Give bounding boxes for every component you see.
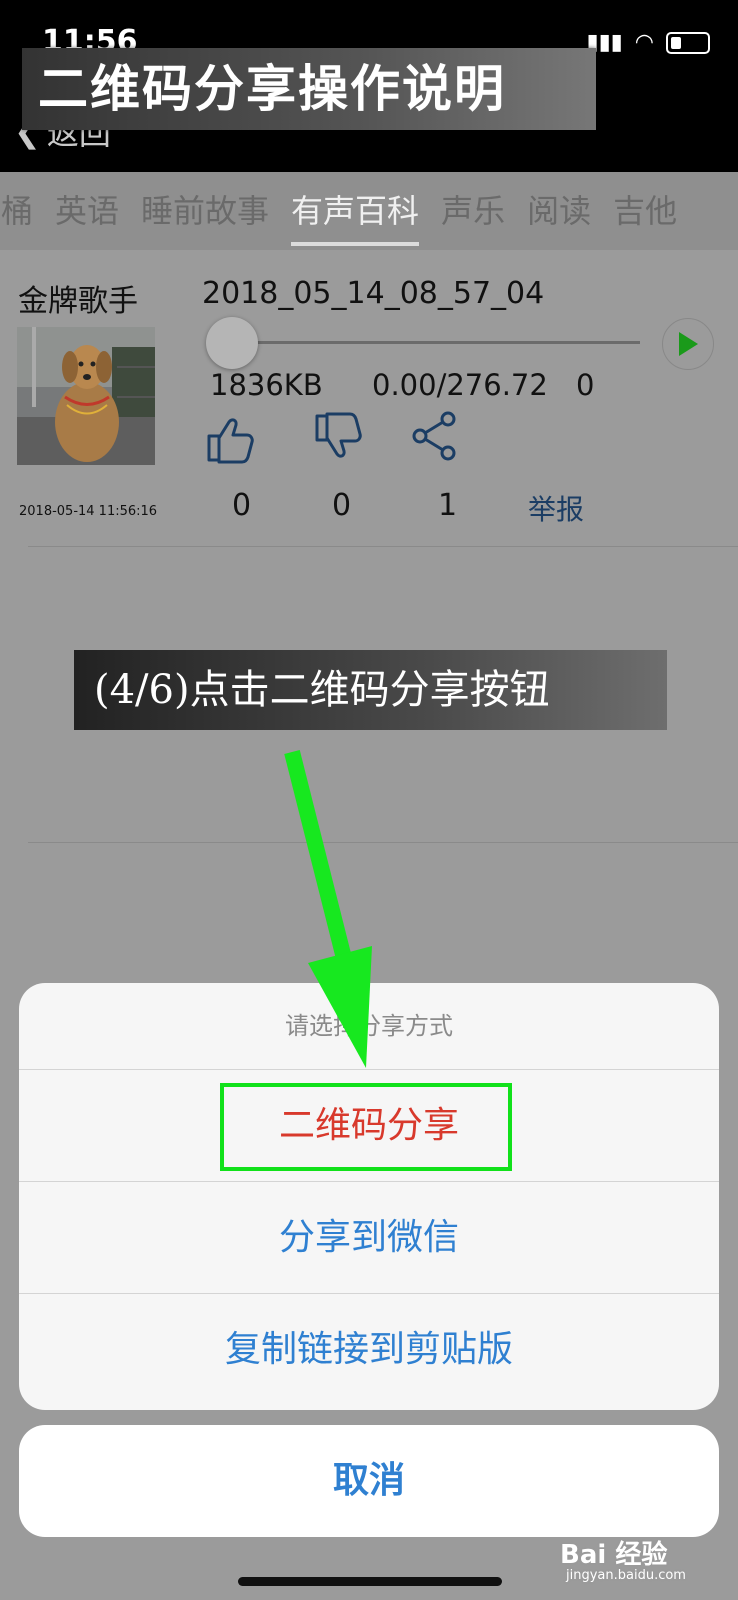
watermark-site: jingyan.baidu.com xyxy=(566,1568,686,1583)
arrow-annotation xyxy=(284,750,372,1068)
home-indicator xyxy=(238,1577,502,1586)
watermark-logo: Bai 经验 xyxy=(560,1540,668,1570)
